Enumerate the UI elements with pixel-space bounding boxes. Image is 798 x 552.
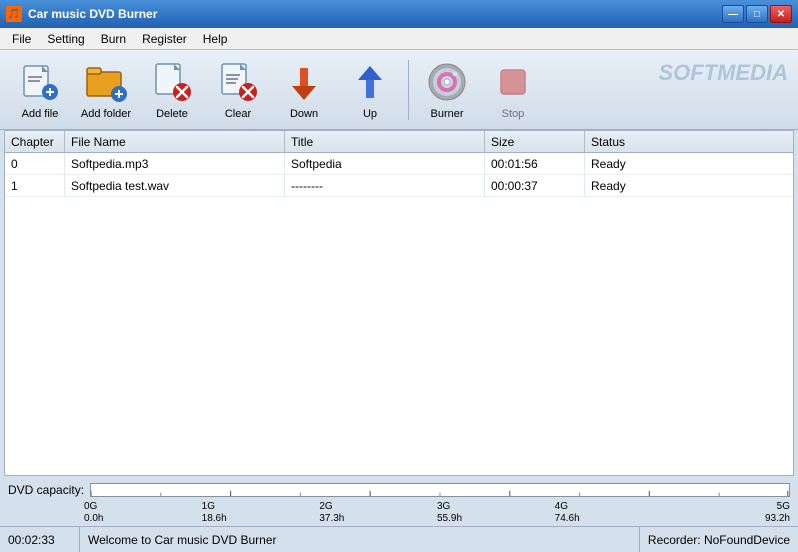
down-icon — [282, 60, 326, 104]
toolbar-divider — [408, 60, 409, 120]
down-label: Down — [290, 108, 318, 120]
add-folder-icon — [84, 60, 128, 104]
cell-size-1: 00:00:37 — [485, 175, 585, 196]
delete-button[interactable]: Delete — [140, 56, 204, 124]
capacity-bar — [90, 483, 790, 497]
table-row[interactable]: 0 Softpedia.mp3 Softpedia 00:01:56 Ready — [5, 153, 793, 175]
col-status: Status — [585, 131, 685, 152]
col-size: Size — [485, 131, 585, 152]
menu-burn[interactable]: Burn — [93, 30, 134, 48]
cell-title-0: Softpedia — [285, 153, 485, 174]
status-time: 00:02:33 — [0, 527, 80, 552]
table-row[interactable]: 1 Softpedia test.wav -------- 00:00:37 R… — [5, 175, 793, 197]
add-folder-button[interactable]: Add folder — [74, 56, 138, 124]
maximize-button[interactable]: □ — [746, 5, 768, 23]
down-button[interactable]: Down — [272, 56, 336, 124]
add-file-button[interactable]: Add file — [8, 56, 72, 124]
status-message: Welcome to Car music DVD Burner — [80, 533, 639, 547]
capacity-section: DVD capacity: 0G 1G 2G 3G 4G 5G — [0, 476, 798, 526]
stop-icon — [491, 60, 535, 104]
delete-icon — [150, 60, 194, 104]
scale-373h: 37.3h — [319, 513, 437, 524]
menu-file[interactable]: File — [4, 30, 39, 48]
burner-icon — [425, 60, 469, 104]
minimize-button[interactable]: — — [722, 5, 744, 23]
burner-button[interactable]: Burner — [415, 56, 479, 124]
up-button[interactable]: Up — [338, 56, 402, 124]
scale-4g: 4G — [555, 501, 673, 512]
cell-status-1: Ready — [585, 175, 685, 196]
capacity-scale-top: 0G 1G 2G 3G 4G 5G — [8, 501, 790, 512]
scale-1g: 1G — [202, 501, 320, 512]
cell-title-1: -------- — [285, 175, 485, 196]
toolbar: Add file Add folder Delete — [0, 50, 798, 130]
col-chapter: Chapter — [5, 131, 65, 152]
cell-status-0: Ready — [585, 153, 685, 174]
cell-chapter-0: 0 — [5, 153, 65, 174]
cell-filename-0: Softpedia.mp3 — [65, 153, 285, 174]
scale-932h: 93.2h — [672, 513, 790, 524]
title-bar-left: 🎵 Car music DVD Burner — [6, 6, 157, 22]
scale-559h: 55.9h — [437, 513, 555, 524]
menu-bar: File Setting Burn Register Help — [0, 28, 798, 50]
burner-label: Burner — [430, 108, 463, 120]
file-list-body: 0 Softpedia.mp3 Softpedia 00:01:56 Ready… — [5, 153, 793, 475]
menu-help[interactable]: Help — [195, 30, 236, 48]
menu-register[interactable]: Register — [134, 30, 195, 48]
title-controls: — □ ✕ — [722, 5, 792, 23]
scale-2g: 2G — [319, 501, 437, 512]
scale-0g: 0G — [84, 501, 202, 512]
cell-chapter-1: 1 — [5, 175, 65, 196]
scale-3g: 3G — [437, 501, 555, 512]
scale-0h: 0.0h — [84, 513, 202, 524]
clear-icon — [216, 60, 260, 104]
status-recorder: Recorder: NoFoundDevice — [639, 527, 798, 552]
cell-filename-1: Softpedia test.wav — [65, 175, 285, 196]
delete-label: Delete — [156, 108, 188, 120]
file-list-container: Chapter File Name Title Size Status 0 So… — [4, 130, 794, 476]
file-list-header: Chapter File Name Title Size Status — [5, 131, 793, 153]
col-filename: File Name — [65, 131, 285, 152]
close-button[interactable]: ✕ — [770, 5, 792, 23]
window-title: Car music DVD Burner — [28, 7, 157, 21]
capacity-label: DVD capacity: — [8, 483, 84, 497]
up-icon — [348, 60, 392, 104]
clear-button[interactable]: Clear — [206, 56, 270, 124]
col-title: Title — [285, 131, 485, 152]
stop-button[interactable]: Stop — [481, 56, 545, 124]
menu-setting[interactable]: Setting — [39, 30, 92, 48]
up-label: Up — [363, 108, 377, 120]
add-folder-label: Add folder — [81, 108, 131, 120]
capacity-scale-bottom: 0.0h 18.6h 37.3h 55.9h 74.6h 93.2h — [8, 513, 790, 524]
capacity-label-row: DVD capacity: — [8, 480, 790, 500]
scale-186h: 18.6h — [202, 513, 320, 524]
clear-label: Clear — [225, 108, 251, 120]
scale-5g: 5G — [672, 501, 790, 512]
softmedia-watermark: SOFTMEDIA — [658, 60, 788, 86]
app-icon: 🎵 — [6, 6, 22, 22]
scale-746h: 74.6h — [555, 513, 673, 524]
stop-label: Stop — [502, 108, 525, 120]
status-bar: 00:02:33 Welcome to Car music DVD Burner… — [0, 526, 798, 552]
cell-size-0: 00:01:56 — [485, 153, 585, 174]
add-file-icon — [18, 60, 62, 104]
add-file-label: Add file — [22, 108, 59, 120]
title-bar: 🎵 Car music DVD Burner — □ ✕ — [0, 0, 798, 28]
